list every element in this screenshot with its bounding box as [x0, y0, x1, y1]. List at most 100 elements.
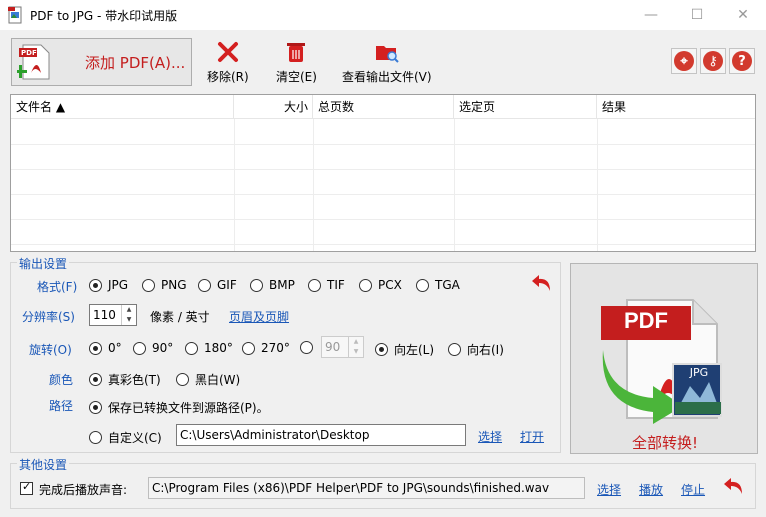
app-icon: [8, 6, 24, 24]
globe-icon: ⌖: [674, 51, 694, 71]
list-row: [11, 120, 755, 145]
other-settings-title: 其他设置: [17, 456, 70, 473]
column-divider: [234, 119, 235, 251]
spinner-arrows: ▲ ▼: [348, 337, 363, 357]
color-true-label: 真彩色(T): [108, 373, 161, 387]
undo-arrow-icon[interactable]: [531, 273, 553, 296]
help-icon: ?: [732, 51, 752, 71]
spinner-arrows[interactable]: ▲ ▼: [121, 305, 136, 325]
rotation-90-label: 90°: [152, 341, 174, 355]
rotation-custom-radio[interactable]: [300, 341, 319, 354]
view-output-button[interactable]: 查看输出文件(V): [342, 40, 432, 85]
list-header: 文件名 ▲ 大小 总页数 选定页 结果: [11, 95, 755, 119]
custom-path-input[interactable]: C:\Users\Administrator\Desktop: [176, 424, 466, 446]
color-bw-label: 黑白(W): [195, 373, 241, 387]
rotation-180-radio[interactable]: 180°: [185, 341, 233, 355]
convert-all-button[interactable]: PDF JPG 全部转换!: [570, 263, 758, 454]
format-tga-label: TGA: [435, 278, 460, 292]
title-bar: PDF to JPG - 带水印试用版 — ☐ ✕: [0, 0, 766, 30]
column-divider: [454, 119, 455, 251]
key-icon: ⚷: [703, 51, 723, 71]
resolution-label: 分辨率(S): [22, 310, 75, 324]
sound-path-input[interactable]: C:\Program Files (x86)\PDF Helper\PDF to…: [148, 477, 585, 499]
add-pdf-button[interactable]: PDF 添加 PDF(A)...: [11, 38, 192, 86]
trash-icon: [287, 43, 306, 62]
resolution-value: 110: [93, 308, 116, 322]
rotation-270-label: 270°: [261, 341, 290, 355]
resolution-spinner[interactable]: 110 ▲ ▼: [89, 304, 137, 326]
close-button[interactable]: ✕: [720, 0, 766, 30]
rotation-0-radio[interactable]: 0°: [89, 341, 122, 355]
browse-path-link[interactable]: 选择: [478, 428, 502, 445]
list-row: [11, 170, 755, 195]
convert-all-label: 全部转换!: [631, 434, 698, 452]
color-true-radio[interactable]: 真彩色(T): [89, 371, 161, 388]
rotate-left-radio[interactable]: 向左(L): [375, 341, 434, 358]
header-footer-link[interactable]: 页眉及页脚: [229, 308, 289, 325]
play-sound-label: 完成后播放声音:: [39, 483, 128, 497]
svg-text:PDF: PDF: [21, 49, 37, 57]
format-tif-radio[interactable]: TIF: [308, 278, 345, 292]
play-sound-checkbox[interactable]: [20, 480, 33, 495]
list-row: [11, 195, 755, 220]
format-pcx-radio[interactable]: PCX: [359, 278, 402, 292]
red-x-icon: [217, 42, 238, 62]
rotation-180-label: 180°: [204, 341, 233, 355]
format-pcx-label: PCX: [378, 278, 402, 292]
minimize-button[interactable]: —: [628, 0, 674, 30]
browse-sound-link[interactable]: 选择: [597, 481, 621, 498]
add-pdf-label: 添加 PDF(A)...: [85, 53, 186, 72]
remove-button[interactable]: 移除(R): [207, 40, 249, 85]
remove-label: 移除(R): [207, 70, 249, 84]
format-bmp-radio[interactable]: BMP: [250, 278, 295, 292]
color-bw-radio[interactable]: 黑白(W): [176, 371, 240, 388]
format-png-radio[interactable]: PNG: [142, 278, 187, 292]
path-custom-label: 自定义(C): [108, 431, 162, 445]
maximize-button[interactable]: ☐: [674, 0, 720, 30]
format-jpg-radio[interactable]: JPG: [89, 278, 128, 292]
undo-arrow-icon[interactable]: [723, 476, 745, 499]
pdf-badge: PDF: [624, 308, 668, 333]
format-png-label: PNG: [161, 278, 187, 292]
play-sound-link[interactable]: 播放: [639, 481, 663, 498]
clear-label: 清空(E): [276, 70, 317, 84]
format-tif-label: TIF: [327, 278, 345, 292]
register-button[interactable]: ⚷: [700, 48, 726, 74]
rotation-90-radio[interactable]: 90°: [133, 341, 173, 355]
view-output-label: 查看输出文件(V): [342, 70, 432, 84]
format-gif-label: GIF: [217, 278, 237, 292]
path-source-radio[interactable]: 保存已转换文件到源路径(P)。: [89, 399, 269, 416]
clear-button[interactable]: 清空(E): [276, 40, 317, 85]
custom-rotation-value: 90: [325, 340, 341, 354]
file-list[interactable]: 文件名 ▲ 大小 总页数 选定页 结果: [10, 94, 756, 252]
rotation-270-radio[interactable]: 270°: [242, 341, 290, 355]
other-settings-group: 其他设置 完成后播放声音: C:\Program Files (x86)\PDF…: [10, 456, 756, 509]
column-total-pages[interactable]: 总页数: [313, 95, 454, 119]
column-divider: [597, 119, 598, 251]
web-button[interactable]: ⌖: [671, 48, 697, 74]
window-title: PDF to JPG - 带水印试用版: [30, 9, 178, 23]
column-divider: [313, 119, 314, 251]
stop-sound-link[interactable]: 停止: [681, 481, 705, 498]
help-button[interactable]: ?: [729, 48, 755, 74]
column-result[interactable]: 结果: [597, 95, 755, 119]
path-label: 路径: [49, 399, 74, 413]
rotate-right-radio[interactable]: 向右(I): [448, 341, 504, 358]
format-gif-radio[interactable]: GIF: [198, 278, 237, 292]
color-label: 颜色: [49, 373, 74, 387]
list-row: [11, 220, 755, 245]
output-settings-title: 输出设置: [17, 255, 70, 272]
rotation-0-label: 0°: [108, 341, 122, 355]
rotate-right-label: 向右(I): [467, 343, 504, 357]
pdf-add-icon: PDF: [14, 43, 51, 81]
path-custom-radio[interactable]: 自定义(C): [89, 429, 162, 446]
column-filename[interactable]: 文件名 ▲: [11, 95, 234, 119]
column-selected-pages[interactable]: 选定页: [454, 95, 597, 119]
format-jpg-label: JPG: [108, 278, 129, 292]
column-size[interactable]: 大小: [234, 95, 313, 119]
resolution-unit: 像素 / 英寸: [150, 310, 210, 324]
open-path-link[interactable]: 打开: [520, 428, 544, 445]
format-tga-radio[interactable]: TGA: [416, 278, 460, 292]
rotation-label: 旋转(O): [29, 343, 72, 357]
output-settings-group: 输出设置 格式(F) JPG PNG GIF BMP TIF PCX TGA 分…: [10, 255, 561, 453]
